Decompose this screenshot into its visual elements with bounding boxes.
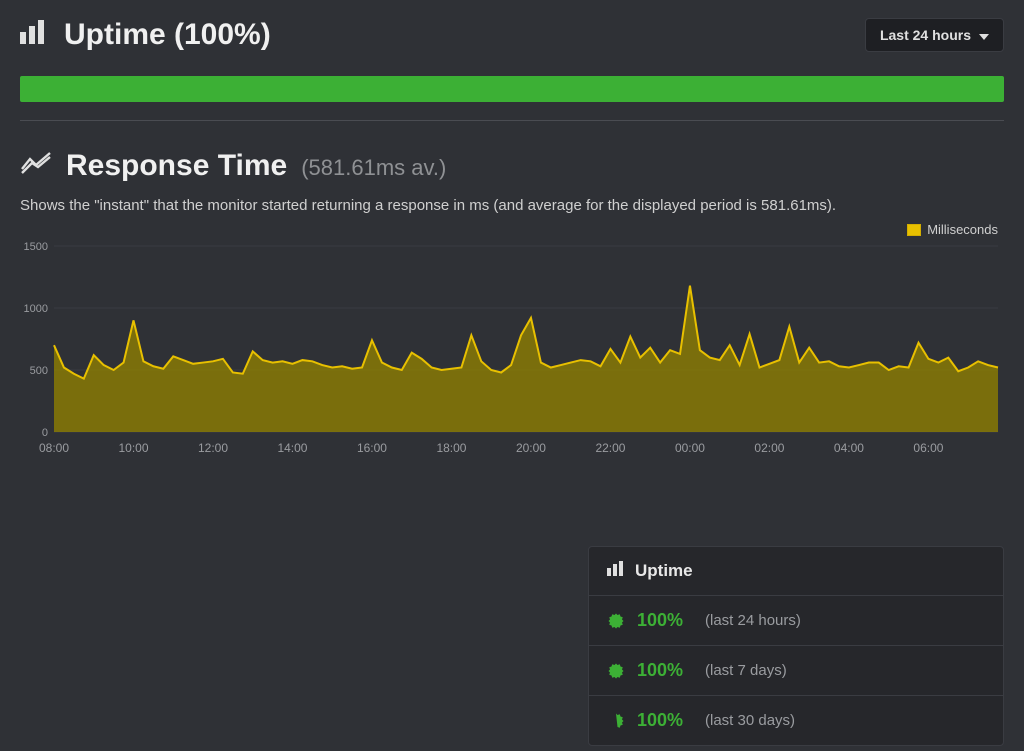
- uptime-period: (last 24 hours): [705, 612, 801, 629]
- uptime-pct: 100%: [637, 610, 693, 631]
- svg-text:14:00: 14:00: [277, 441, 307, 455]
- uptime-summary-card: Uptime 100% (last 24 hours) 100% (last 7…: [588, 546, 1004, 746]
- svg-text:0: 0: [42, 427, 48, 439]
- uptime-period: (last 7 days): [705, 662, 787, 679]
- response-time-chart: Milliseconds 0 500 1000 1500 08:00 10:00 12:00…: [20, 222, 1004, 462]
- uptime-bar: [20, 76, 1004, 102]
- status-ok-icon: [607, 612, 625, 630]
- bars-icon: [607, 561, 625, 581]
- time-range-dropdown[interactable]: Last 24 hours: [865, 18, 1004, 52]
- uptime-row: 100% (last 30 days): [589, 696, 1003, 745]
- time-range-label: Last 24 hours: [880, 27, 971, 43]
- svg-text:18:00: 18:00: [436, 441, 466, 455]
- chart-svg: 0 500 1000 1500 08:00 10:00 12:00 14:00 16:00 18:…: [20, 222, 1004, 462]
- response-time-heading: Response Time: [66, 149, 287, 183]
- section-divider: [20, 120, 1004, 121]
- svg-text:22:00: 22:00: [595, 441, 625, 455]
- line-chart-icon: [20, 151, 52, 180]
- svg-text:04:00: 04:00: [834, 441, 864, 455]
- uptime-row: 100% (last 24 hours): [589, 596, 1003, 646]
- chevron-down-icon: [979, 27, 989, 43]
- svg-text:16:00: 16:00: [357, 441, 387, 455]
- legend-swatch: [907, 224, 921, 236]
- uptime-card-header: Uptime: [589, 547, 1003, 596]
- chart-legend: Milliseconds: [907, 222, 998, 237]
- svg-text:06:00: 06:00: [913, 441, 943, 455]
- uptime-card-title: Uptime: [635, 561, 693, 581]
- uptime-heading: Uptime (100%): [64, 18, 271, 52]
- page-title: Uptime (100%): [20, 18, 271, 52]
- uptime-period: (last 30 days): [705, 712, 795, 729]
- svg-text:20:00: 20:00: [516, 441, 546, 455]
- uptime-pct: 100%: [637, 710, 693, 731]
- response-time-description: Shows the "instant" that the monitor sta…: [20, 197, 1004, 214]
- bars-icon: [20, 18, 50, 52]
- uptime-row: 100% (last 7 days): [589, 646, 1003, 696]
- svg-text:08:00: 08:00: [39, 441, 69, 455]
- legend-label: Milliseconds: [927, 222, 998, 237]
- status-ok-icon: [607, 712, 625, 730]
- svg-text:500: 500: [30, 365, 48, 377]
- svg-text:1000: 1000: [24, 303, 48, 315]
- uptime-pct: 100%: [637, 660, 693, 681]
- status-ok-icon: [607, 662, 625, 680]
- svg-text:02:00: 02:00: [754, 441, 784, 455]
- svg-text:1500: 1500: [24, 241, 48, 253]
- svg-text:12:00: 12:00: [198, 441, 228, 455]
- response-time-avg: (581.61ms av.): [301, 155, 446, 181]
- svg-text:00:00: 00:00: [675, 441, 705, 455]
- svg-text:10:00: 10:00: [118, 441, 148, 455]
